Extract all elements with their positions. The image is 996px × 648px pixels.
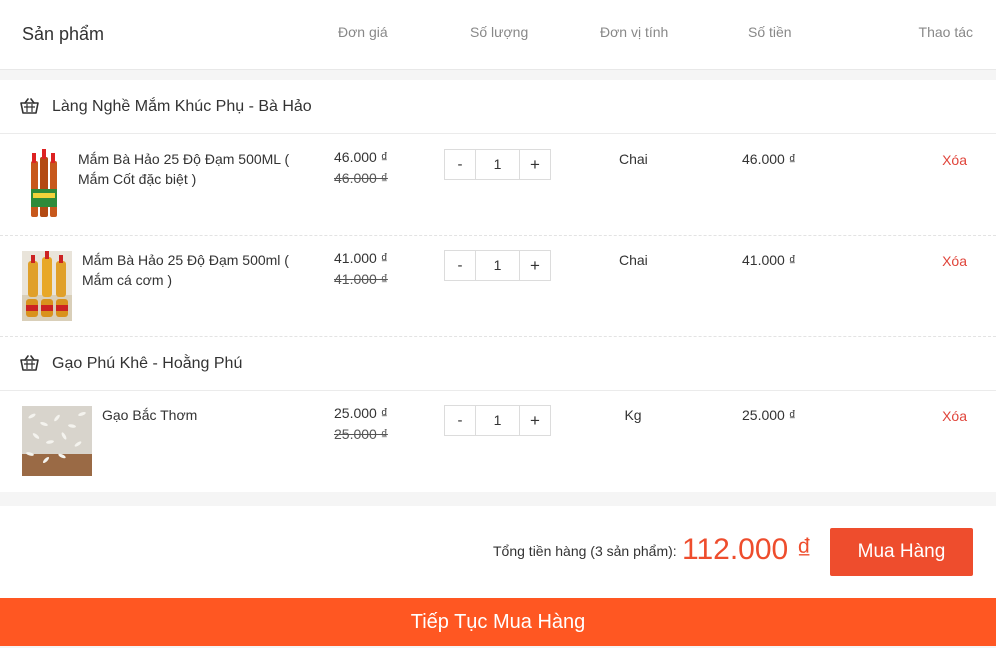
- cart-header: Sản phẩm Đơn giá Số lượng Đơn vị tính Số…: [0, 0, 996, 70]
- unit-label: Chai: [619, 252, 648, 268]
- increase-button[interactable]: +: [519, 150, 550, 179]
- line-amount: 41.000 ₫: [742, 252, 796, 268]
- basket-icon: [20, 355, 39, 371]
- cart-item: Mắm Bà Hảo 25 Độ Đạm 500ml ( Mắm cá cơm …: [0, 236, 996, 337]
- original-price: 41.000 ₫: [334, 271, 388, 287]
- unit-label: Chai: [619, 151, 648, 167]
- shop-name[interactable]: Làng Nghề Mắm Khúc Phụ - Bà Hảo: [52, 98, 312, 116]
- delete-button[interactable]: Xóa: [942, 152, 967, 168]
- total-label: Tổng tiền hàng (3 sản phẩm):: [493, 543, 677, 559]
- shop-header: Làng Nghề Mắm Khúc Phụ - Bà Hảo: [0, 80, 996, 134]
- shop-name[interactable]: Gạo Phú Khê - Hoằng Phú: [52, 355, 242, 373]
- unit-price: 46.000 ₫: [334, 149, 388, 165]
- line-amount: 46.000 ₫: [742, 151, 796, 167]
- product-image[interactable]: [22, 251, 72, 321]
- checkout-summary: Tổng tiền hàng (3 sản phẩm): 112.000 ₫ M…: [0, 506, 996, 598]
- header-amount: Số tiền: [748, 24, 792, 40]
- header-action: Thao tác: [918, 24, 973, 40]
- original-price: 25.000 ₫: [334, 426, 388, 442]
- cart-item: Gạo Bắc Thơm 25.000 ₫ 25.000 ₫ - 1 + Kg …: [0, 391, 996, 492]
- increase-button[interactable]: +: [519, 251, 550, 280]
- product-name[interactable]: Mắm Bà Hảo 25 Độ Đạm 500ml ( Mắm cá cơm …: [82, 250, 297, 290]
- header-unit-price: Đơn giá: [338, 24, 388, 40]
- product-name[interactable]: Mắm Bà Hảo 25 Độ Đạm 500ML ( Mắm Cốt đặc…: [78, 149, 293, 189]
- unit-price: 25.000 ₫: [334, 405, 388, 421]
- basket-icon: [20, 98, 39, 114]
- shop-header: Gạo Phú Khê - Hoằng Phú: [0, 337, 996, 391]
- decrease-button[interactable]: -: [445, 406, 476, 435]
- quantity-stepper: - 1 +: [444, 250, 551, 281]
- product-image[interactable]: [22, 406, 92, 476]
- product-name[interactable]: Gạo Bắc Thơm: [102, 405, 317, 425]
- delete-button[interactable]: Xóa: [942, 253, 967, 269]
- quantity-input[interactable]: 1: [476, 150, 519, 179]
- buy-button[interactable]: Mua Hàng: [830, 528, 973, 576]
- unit-label: Kg: [624, 407, 642, 423]
- continue-shopping-button[interactable]: Tiếp Tục Mua Hàng: [0, 598, 996, 646]
- quantity-input[interactable]: 1: [476, 406, 519, 435]
- cart-list: Làng Nghề Mắm Khúc Phụ - Bà Hảo Mắm Bà H…: [0, 80, 996, 492]
- delete-button[interactable]: Xóa: [942, 408, 967, 424]
- quantity-input[interactable]: 1: [476, 251, 519, 280]
- product-image[interactable]: [28, 149, 62, 221]
- total-value: 112.000 ₫: [682, 533, 812, 566]
- cart-item: Mắm Bà Hảo 25 Độ Đạm 500ML ( Mắm Cốt đặc…: [0, 135, 996, 236]
- unit-price: 41.000 ₫: [334, 250, 388, 266]
- line-amount: 25.000 ₫: [742, 407, 796, 423]
- quantity-stepper: - 1 +: [444, 405, 551, 436]
- quantity-stepper: - 1 +: [444, 149, 551, 180]
- decrease-button[interactable]: -: [445, 251, 476, 280]
- original-price: 46.000 ₫: [334, 170, 388, 186]
- decrease-button[interactable]: -: [445, 150, 476, 179]
- increase-button[interactable]: +: [519, 406, 550, 435]
- header-quantity: Số lượng: [470, 24, 529, 40]
- header-unit: Đơn vị tính: [600, 24, 669, 40]
- header-product: Sản phẩm: [22, 24, 105, 44]
